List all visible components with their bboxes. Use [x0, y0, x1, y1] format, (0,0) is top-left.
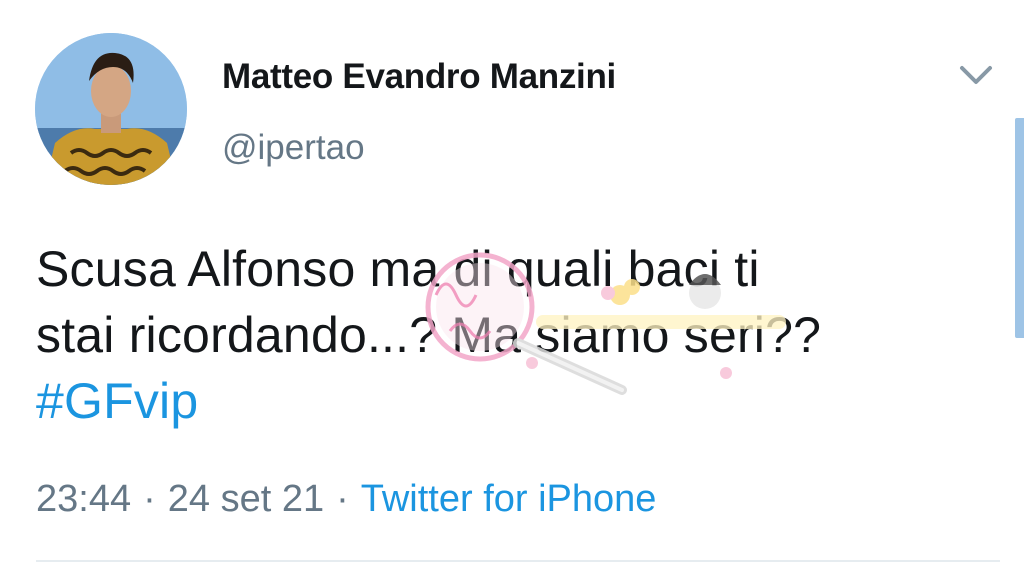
tweet-source-link[interactable]: Twitter for iPhone: [361, 478, 657, 520]
display-name[interactable]: Matteo Evandro Manzini: [222, 57, 616, 97]
tweet-text-line-1: Scusa Alfonso ma di quali baci ti: [36, 241, 760, 297]
meta-separator: ·: [336, 478, 349, 520]
chevron-down-icon[interactable]: [956, 60, 996, 90]
meta-separator: ·: [143, 478, 156, 520]
tweet-time: 23:44: [36, 478, 132, 520]
avatar-image: [35, 33, 187, 185]
tweet-text-line-2: stai ricordando...? Ma siamo seri??: [36, 307, 822, 363]
scrollbar[interactable]: [1015, 118, 1024, 338]
tweet-text: Scusa Alfonso ma di quali baci ti stai r…: [36, 236, 996, 434]
tweet-date[interactable]: 24 set 21: [168, 478, 324, 520]
tweet-card: Matteo Evandro Manzini @ipertao Scusa Al…: [0, 0, 1024, 576]
avatar[interactable]: [35, 33, 187, 185]
divider: [36, 560, 1000, 562]
user-handle[interactable]: @ipertao: [222, 128, 365, 168]
hashtag-link[interactable]: #GFvip: [36, 368, 996, 434]
tweet-meta: 23:44 · 24 set 21 · Twitter for iPhone: [36, 478, 656, 521]
